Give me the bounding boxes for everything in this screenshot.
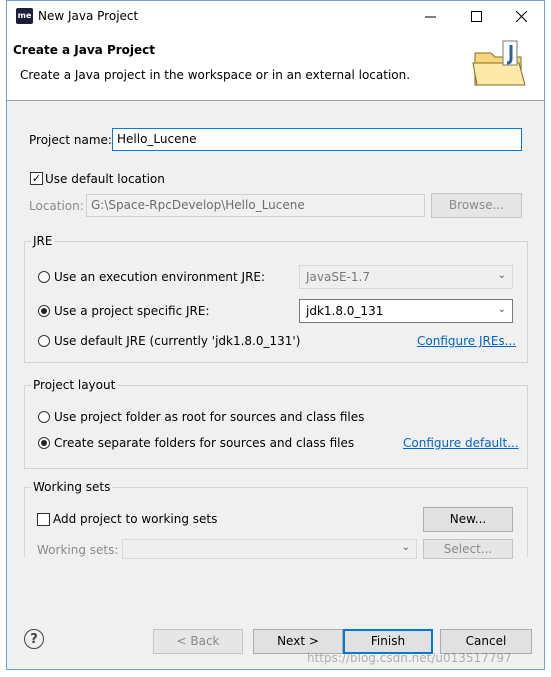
working-sets-label: Working sets: (37, 543, 119, 557)
configure-default-link[interactable]: Configure default... (403, 436, 519, 450)
chevron-down-icon: ⌄ (401, 542, 410, 553)
project-layout-group-title: Project layout (31, 378, 118, 392)
wizard-header: Create a Java Project Create a Java proj… (7, 31, 544, 101)
window-title: New Java Project (38, 9, 139, 23)
maximize-icon (470, 10, 482, 22)
layout-separate-label: Create separate folders for sources and … (54, 436, 355, 450)
layout-root-radio[interactable] (38, 411, 50, 423)
project-specific-jre-value: jdk1.8.0_131 (306, 304, 384, 318)
exec-env-jre-select[interactable]: JavaSE-1.7 ⌄ (299, 265, 513, 289)
dialog-window: me New Java Project Create a Java Projec… (6, 0, 545, 670)
minimize-button[interactable] (407, 1, 453, 31)
location-input[interactable]: G:\Space-RpcDevelop\Hello_Lucene (86, 194, 425, 217)
back-button[interactable]: < Back (153, 629, 243, 654)
working-sets-group-title: Working sets (31, 480, 113, 494)
project-specific-jre-select[interactable]: jdk1.8.0_131 ⌄ (299, 299, 513, 323)
java-project-folder-icon (472, 40, 526, 86)
watermark-text: https://blog.csdn.net/u013517797 (307, 651, 512, 665)
add-to-working-sets-checkbox[interactable] (37, 513, 50, 526)
use-default-location-label: Use default location (45, 172, 165, 186)
close-icon (515, 10, 527, 22)
page-description: Create a Java project in the workspace o… (20, 68, 411, 82)
new-working-set-button[interactable]: New... (423, 507, 513, 532)
maximize-button[interactable] (453, 1, 499, 31)
exec-env-jre-value: JavaSE-1.7 (306, 270, 370, 284)
exec-env-jre-radio[interactable] (38, 271, 50, 283)
add-to-working-sets-label: Add project to working sets (53, 512, 218, 526)
select-working-sets-button[interactable]: Select... (423, 539, 513, 559)
location-label: Location: (29, 199, 84, 213)
project-name-label: Project name: (29, 133, 112, 147)
title-bar: me New Java Project (7, 1, 544, 31)
close-button[interactable] (498, 1, 544, 31)
browse-button[interactable]: Browse... (431, 193, 522, 218)
project-name-input[interactable]: Hello_Lucene (112, 128, 522, 151)
working-sets-select[interactable]: ⌄ (122, 539, 417, 559)
layout-root-label: Use project folder as root for sources a… (54, 410, 365, 424)
layout-separate-radio[interactable] (38, 437, 50, 449)
jre-group-title: JRE (31, 234, 55, 248)
eclipse-app-icon: me (16, 8, 33, 24)
page-title: Create a Java Project (13, 43, 156, 57)
chevron-down-icon: ⌄ (497, 270, 506, 281)
minimize-icon (424, 16, 436, 17)
default-jre-radio[interactable] (38, 335, 50, 347)
help-icon[interactable]: ? (24, 629, 44, 649)
project-specific-jre-label: Use a project specific JRE: (54, 304, 210, 318)
use-default-location-checkbox[interactable]: ✓ (30, 172, 43, 185)
project-specific-jre-radio[interactable] (38, 305, 50, 317)
chevron-down-icon: ⌄ (497, 304, 506, 315)
configure-jres-link[interactable]: Configure JREs... (417, 334, 516, 348)
exec-env-jre-label: Use an execution environment JRE: (54, 270, 266, 284)
project-layout-group (24, 385, 528, 469)
default-jre-label: Use default JRE (currently 'jdk1.8.0_131… (54, 334, 301, 348)
divider (7, 559, 544, 560)
